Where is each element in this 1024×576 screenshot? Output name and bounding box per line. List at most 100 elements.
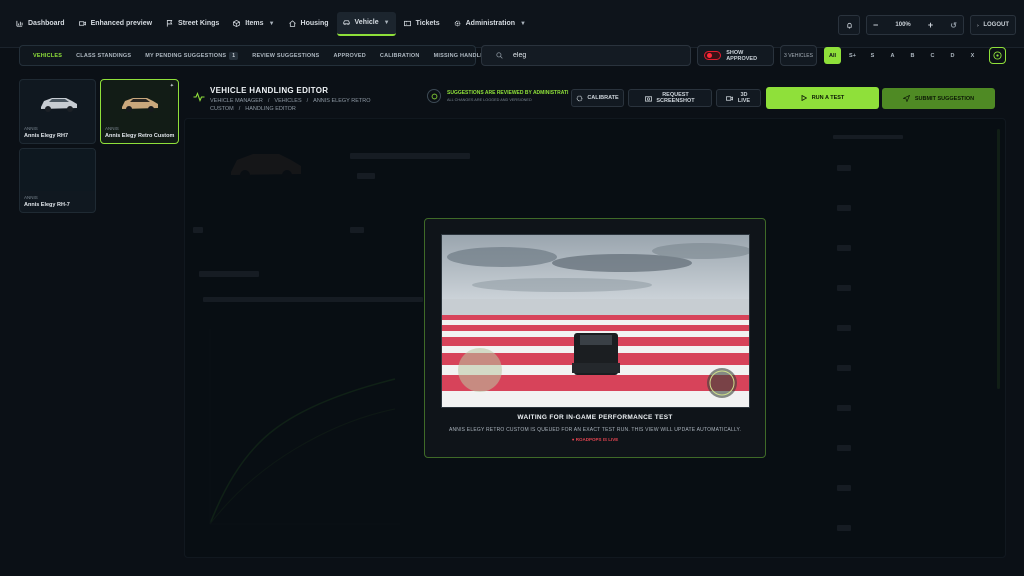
live-3d-button[interactable]: 3D LIVE	[716, 89, 761, 107]
nav-enhanced-preview-label: Enhanced preview	[90, 20, 153, 27]
modal-title: WAITING FOR IN-GAME PERFORMANCE TEST	[517, 414, 673, 421]
vehicle-brand: ANNIS	[24, 126, 38, 131]
run-test-label: RUN A TEST	[811, 95, 845, 101]
nav-enhanced-preview[interactable]: Enhanced preview	[73, 12, 158, 36]
nav-tickets[interactable]: Tickets	[398, 12, 446, 36]
class-all[interactable]: All	[824, 47, 841, 64]
bell-icon	[846, 22, 852, 29]
nav-housing-label: Housing	[300, 20, 329, 27]
zoom-out-button[interactable]: −	[873, 20, 878, 30]
search-icon	[496, 52, 503, 59]
nav-vehicle-label: Vehicle	[354, 19, 379, 26]
zoom-in-button[interactable]: +	[928, 20, 933, 30]
logout-icon	[977, 23, 980, 27]
tab-vehicles[interactable]: VEHICLES	[26, 53, 69, 59]
tab-class-standings[interactable]: CLASS STANDINGS	[69, 53, 138, 59]
nav-vehicle[interactable]: Vehicle ▼	[336, 11, 396, 36]
nav-dashboard[interactable]: Dashboard	[10, 12, 71, 36]
class-a[interactable]: A	[884, 47, 901, 64]
vehicle-card[interactable]: ANNIS Annis Elegy RH7	[19, 79, 96, 144]
submit-suggestion-button[interactable]: SUBMIT SUGGESTION	[882, 88, 995, 109]
request-screenshot-button[interactable]: REQUEST SCREENSHOT	[628, 89, 712, 107]
logout-label: LOGOUT	[983, 22, 1009, 28]
chart-icon	[16, 20, 23, 27]
play-icon	[801, 95, 807, 101]
video-icon	[726, 95, 733, 101]
vehicle-brand: ANNIS	[24, 195, 38, 200]
calibrate-button[interactable]: CALIBRATE	[571, 89, 624, 107]
nav-tickets-label: Tickets	[415, 20, 440, 27]
tab-approved[interactable]: APPROVED	[326, 53, 372, 59]
flag-icon	[166, 20, 173, 27]
favorite-icon[interactable]: ✦	[170, 83, 174, 89]
class-x[interactable]: X	[964, 47, 981, 64]
submit-suggestion-label: SUBMIT SUGGESTION	[914, 95, 975, 102]
help-icon	[993, 51, 1002, 60]
nav-street-kings-label: Street Kings	[178, 20, 220, 27]
breadcrumb-handling-editor: HANDLING EDITOR	[245, 106, 296, 112]
camera-icon	[644, 95, 652, 102]
editor-header: VEHICLE HANDLING EDITOR VEHICLE MANAGER /…	[185, 80, 1005, 116]
shield-icon	[427, 89, 441, 103]
house-icon	[288, 20, 296, 27]
vehicle-name: Annis Elegy RH7	[24, 133, 69, 139]
game-screenshot	[442, 235, 749, 407]
ticket-icon	[403, 20, 411, 27]
nav-dashboard-label: Dashboard	[28, 20, 65, 27]
class-s[interactable]: S	[864, 47, 881, 64]
live-status: ● ROADPOPS IS LIVE	[425, 437, 765, 442]
nav-items[interactable]: Items ▼	[227, 12, 280, 36]
breadcrumb-vehicles[interactable]: VEHICLES	[274, 98, 301, 104]
reset-zoom-icon[interactable]: ↺	[950, 21, 957, 30]
box-icon	[233, 20, 241, 27]
nav-administration[interactable]: Administration ▼	[448, 12, 532, 36]
performance-test-modal: WAITING FOR IN-GAME PERFORMANCE TEST ANN…	[424, 218, 766, 458]
review-notice-title: SUGGESTIONS ARE REVIEWED BY ADMINISTRATI	[447, 90, 569, 96]
chevron-down-icon: ▼	[383, 19, 390, 26]
zoom-control: − 100% + ↺	[866, 15, 964, 35]
class-d[interactable]: D	[944, 47, 961, 64]
pulse-icon	[193, 92, 205, 102]
vehicle-name: Annis Elegy RH-7	[24, 202, 70, 208]
game-preview	[441, 234, 750, 408]
tab-my-pending-suggestions[interactable]: MY PENDING SUGGESTIONS 1	[138, 51, 245, 60]
class-c[interactable]: C	[924, 47, 941, 64]
gear-icon	[454, 20, 460, 27]
show-approved-label: SHOW APPROVED	[726, 49, 758, 62]
vehicle-thumbnail	[41, 98, 77, 112]
run-test-button[interactable]: RUN A TEST	[766, 87, 879, 109]
tab-my-pending-suggestions-label: MY PENDING SUGGESTIONS	[145, 52, 227, 59]
live-status-label: ROADPOPS IS LIVE	[575, 437, 619, 442]
search-input[interactable]	[513, 52, 663, 59]
vehicle-search	[481, 45, 691, 66]
show-approved-toggle[interactable]	[704, 51, 722, 60]
logout-button[interactable]: LOGOUT	[970, 15, 1016, 35]
vehicle-brand: ANNIS	[105, 126, 119, 131]
notifications-button[interactable]	[838, 15, 860, 35]
breadcrumb: VEHICLE MANAGER / VEHICLES / ANNIS ELEGY RET…	[210, 98, 371, 112]
help-button[interactable]	[989, 47, 1006, 64]
show-approved-toggle-wrap[interactable]: SHOW APPROVED	[697, 45, 774, 66]
nav-administration-label: Administration	[465, 20, 515, 27]
live-dot-icon: ●	[571, 437, 575, 442]
vehicle-card-selected[interactable]: ✦ ANNIS Annis Elegy Retro Custom	[100, 79, 179, 144]
tab-calibration[interactable]: CALIBRATION	[373, 53, 427, 59]
vehicle-subnav: VEHICLES CLASS STANDINGS MY PENDING SUGG…	[19, 45, 494, 66]
chevron-down-icon: ▼	[520, 20, 526, 27]
zoom-level: 100%	[895, 22, 911, 28]
calibrate-icon	[576, 95, 583, 101]
camera-icon	[78, 21, 86, 26]
vehicle-card[interactable]: ANNIS Annis Elegy RH-7	[19, 148, 96, 213]
nav-items-label: Items	[245, 20, 264, 27]
breadcrumb-vehicle-manager[interactable]: VEHICLE MANAGER	[210, 98, 263, 104]
vehicle-thumbnail-empty	[20, 149, 95, 191]
calibrate-label: CALIBRATE	[587, 95, 619, 101]
class-s-plus[interactable]: S+	[844, 47, 861, 64]
send-icon	[902, 95, 910, 102]
class-b[interactable]: B	[904, 47, 921, 64]
nav-housing[interactable]: Housing	[283, 12, 335, 36]
tab-review-suggestions[interactable]: REVIEW SUGGESTIONS	[245, 53, 326, 59]
nav-street-kings[interactable]: Street Kings	[160, 12, 225, 36]
modal-description: ANNIS ELEGY RETRO CUSTOM IS QUEUED FOR A…	[448, 427, 742, 433]
chevron-down-icon: ▼	[268, 20, 275, 27]
